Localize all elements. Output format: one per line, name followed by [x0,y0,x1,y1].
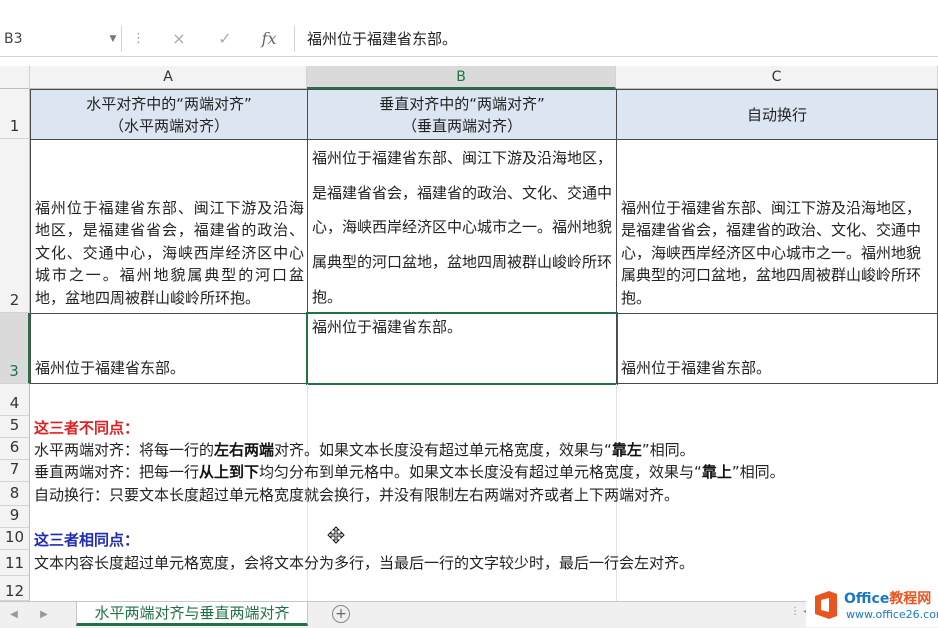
note-line-7: 垂直两端对齐：把每一行从上到下均匀分布到单元格中。如果文本长度没有超过单元格宽度… [34,461,785,482]
watermark-brand-cn: 教程网 [889,591,932,607]
select-all-corner[interactable] [0,66,30,89]
cell-c3-text: 福州位于福建省东部。 [621,358,772,377]
note7-bold2: 靠上 [701,463,732,481]
cell-b3[interactable]: 福州位于福建省东部。 [306,312,618,385]
note7-post: ”相同。 [731,463,785,481]
move-cursor-icon [327,526,345,544]
row-header-8[interactable]: 8 [0,482,30,506]
enter-button[interactable]: ✓ [210,26,240,52]
note6-pre: 水平两端对齐：将每一行的 [34,441,215,459]
cell-b1-line2: （垂直两端对齐） [401,116,522,135]
cell-a3-text: 福州位于福建省东部。 [35,358,186,377]
cell-a1-line2: （水平两端对齐） [108,116,229,135]
add-sheet-button[interactable]: + [332,605,350,623]
cell-c2-text: 福州位于福建省东部、闽江下游及沿海地区，是福建省省会，福建省的政治、文化、交通中… [621,198,922,307]
row-header-3[interactable]: 3 [0,313,30,384]
note7-bold1: 从上到下 [199,463,260,481]
note7-mid: 均匀分布到单元格中。如果文本长度没有超过单元格宽度，效果与“ [259,463,702,481]
row-header-5[interactable]: 5 [0,416,30,438]
formula-input[interactable]: 福州位于福建省东部。 [294,26,934,52]
row-header-4[interactable]: 4 [0,384,30,416]
row-header-1[interactable]: 1 [0,89,30,139]
watermark-url: www.office26.com [846,608,938,621]
note7-pre: 垂直两端对齐：把每一行 [34,463,200,481]
sheet-tab-bar: ◀ ▶ 水平两端对齐与垂直两端对齐 + ⋮ ◀ [0,601,938,628]
prev-sheet-icon[interactable]: ◀ [6,606,22,624]
cell-c2[interactable]: 福州位于福建省东部、闽江下游及沿海地区，是福建省省会，福建省的政治、文化、交通中… [616,139,938,314]
note-line-8: 自动换行：只要文本长度超过单元格宽度就会换行，并没有限制左右两端对齐或者上下两端… [34,486,680,504]
cancel-button[interactable]: × [164,26,194,52]
row-header-6[interactable]: 6 [0,438,30,460]
cell-a1-line1: 水平对齐中的“两端对齐” [86,94,252,113]
cell-a1[interactable]: 水平对齐中的“两端对齐” （水平两端对齐） [30,89,308,140]
watermark: Office教程网 www.office26.com [806,584,938,627]
note6-post: ”相同。 [641,441,695,459]
row-header-10[interactable]: 10 [0,528,30,550]
cell-a2[interactable]: 福州位于福建省东部、闽江下游及沿海地区，是福建省省会，福建省的政治、文化、交通中… [30,139,308,314]
diff-heading: 这三者不同点： [34,419,140,437]
formula-bar: B3 ▼ ⋮ × ✓ fx 福州位于福建省东部。 [0,0,938,57]
row-header-9[interactable]: 9 [0,506,30,528]
row-header-2[interactable]: 2 [0,139,30,313]
note-line-6: 水平两端对齐：将每一行的左右两端对齐。如果文本长度没有超过单元格宽度，效果与“靠… [34,439,695,460]
note6-mid: 对齐。如果文本长度没有超过单元格宽度，效果与“ [274,441,612,459]
note6-bold2: 靠左 [611,441,642,459]
note-line-11: 文本内容长度超过单元格宽度，会将文本分为多行，当最后一行的文字较少时，最后一行会… [34,554,695,572]
office-logo-icon [815,591,837,619]
next-sheet-icon[interactable]: ▶ [36,606,52,624]
row-header-7[interactable]: 7 [0,460,30,482]
column-header-a[interactable]: A [30,66,307,89]
drag-handle-icon[interactable]: ⋮ [132,26,145,52]
cell-b1[interactable]: 垂直对齐中的“两端对齐” （垂直两端对齐） [307,89,617,140]
column-headers: A B C [0,66,938,89]
insert-function-button[interactable]: fx [254,26,284,52]
note6-bold1: 左右两端 [214,441,275,459]
watermark-brand: Office教程网 [844,588,931,608]
cell-a2-text: 福州位于福建省东部、闽江下游及沿海地区，是福建省省会，福建省的政治、文化、交通中… [35,198,304,307]
cell-c3[interactable]: 福州位于福建省东部。 [616,313,938,384]
row-header-11[interactable]: 11 [0,550,30,576]
cell-b1-line1: 垂直对齐中的“两端对齐” [379,94,545,113]
row-header-12[interactable]: 12 [0,576,30,601]
sheet-tab-active[interactable]: 水平两端对齐与垂直两端对齐 [76,602,308,626]
column-header-b[interactable]: B [307,66,616,89]
cell-a3[interactable]: 福州位于福建省东部。 [30,313,308,384]
cell-b2[interactable]: 福州位于福建省东部、闽江下游及沿海地区，是福建省省会，福建省的政治、文化、交通中… [307,139,617,314]
column-header-c[interactable]: C [616,66,938,89]
chevron-down-icon[interactable]: ▼ [106,26,120,52]
cell-c1[interactable]: 自动换行 [616,89,938,140]
name-box[interactable]: B3 [0,26,122,52]
same-heading: 这三者相同点： [34,531,140,549]
watermark-brand-latin: Office [844,591,890,607]
